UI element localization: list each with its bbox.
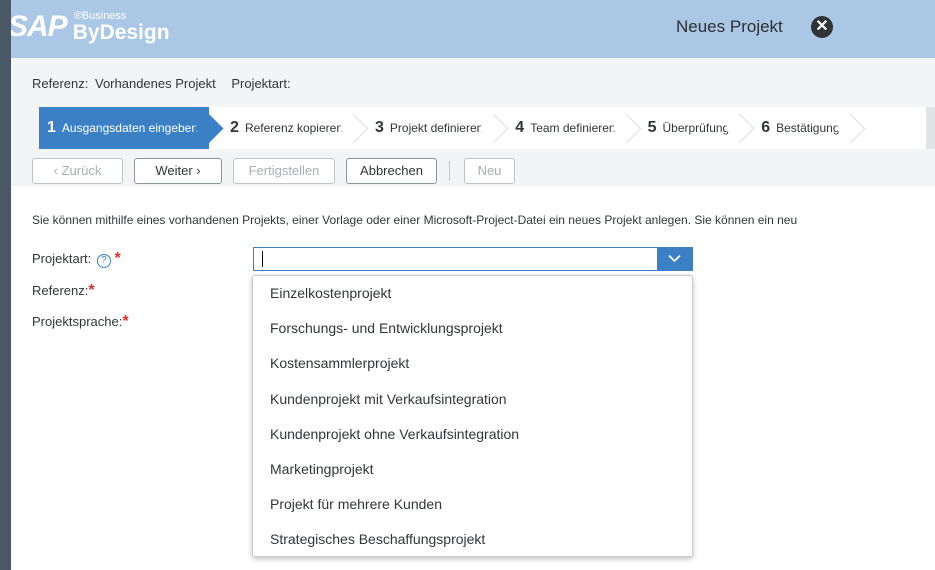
project-type-summary-label: Projektart: xyxy=(231,76,291,91)
logo-bydesign-text: ByDesign xyxy=(72,21,170,44)
step-ausgangsdaten[interactable]: 1 Ausgangsdaten eingeben xyxy=(39,107,210,149)
project-type-label-text: Projektart: xyxy=(32,251,92,266)
required-marker: * xyxy=(114,250,121,267)
step-number: 1 xyxy=(47,119,56,136)
help-icon[interactable]: ? xyxy=(96,254,111,268)
reference-value: Vorhandenes Projekt xyxy=(95,76,216,91)
step-team-definieren[interactable]: 4 Team definieren xyxy=(494,107,627,149)
new-button[interactable]: Neu xyxy=(464,158,515,184)
close-icon[interactable]: ✕ xyxy=(811,16,833,38)
reference-label-text: Referenz: xyxy=(32,283,89,298)
left-edge-strip xyxy=(0,0,11,570)
dropdown-option[interactable]: Projekt für mehrere Kunden xyxy=(270,496,442,512)
required-marker: * xyxy=(122,313,129,330)
wizard-toolbar: ‹ Zurück Weiter › Fertigstellen Abbreche… xyxy=(32,158,526,184)
step-label: Ausgangsdaten eingeben xyxy=(61,121,199,135)
required-marker: * xyxy=(88,282,95,299)
dropdown-option[interactable]: Marketingprojekt xyxy=(270,461,374,477)
reference-info-line: Referenz: Vorhandenes Projekt Projektart… xyxy=(32,76,291,91)
step-referenz-kopieren[interactable]: 2 Referenz kopieren xyxy=(209,107,354,149)
dropdown-option[interactable]: Kostensammlerprojekt xyxy=(270,355,409,371)
project-type-combobox[interactable] xyxy=(253,247,693,271)
step-label: Projekt definieren xyxy=(389,121,484,135)
reference-label: Referenz: xyxy=(32,76,89,91)
step-number: 3 xyxy=(375,119,384,136)
step-label: Referenz kopieren xyxy=(244,121,343,135)
back-button[interactable]: ‹ Zurück xyxy=(32,158,123,184)
step-number: 5 xyxy=(647,119,657,136)
project-type-input[interactable] xyxy=(254,248,657,270)
project-type-dropdown-list: Einzelkostenprojekt Forschungs- und Entw… xyxy=(252,275,693,557)
next-button[interactable]: Weiter › xyxy=(134,158,222,184)
chevron-down-icon xyxy=(668,254,681,263)
step-bestaetigung[interactable]: 6 Bestätigung xyxy=(740,107,851,149)
wizard-steps: 1 Ausgangsdaten eingeben 2 Referenz kopi… xyxy=(39,107,935,149)
dropdown-option[interactable]: Einzelkostenprojekt xyxy=(270,285,391,301)
dropdown-option[interactable]: Kundenprojekt ohne Verkaufsintegration xyxy=(270,426,519,442)
finish-button[interactable]: Fertigstellen xyxy=(233,158,335,184)
dropdown-option[interactable]: Strategisches Beschaffungsprojekt xyxy=(270,531,485,547)
language-label-text: Projektsprache: xyxy=(32,314,123,329)
toolbar-separator xyxy=(449,161,450,181)
step-number: 4 xyxy=(515,119,525,136)
logo-sap-text: SAP xyxy=(8,10,68,43)
step-ueberpruefung[interactable]: 5 Überprüfung xyxy=(626,107,741,149)
cancel-button[interactable]: Abbrechen xyxy=(346,158,437,184)
window-title: Neues Projekt xyxy=(676,17,783,36)
step-label: Überprüfung xyxy=(662,121,730,135)
app-header: SAP ®Business ByDesign Neues Projekt ✕ xyxy=(0,0,935,58)
language-field-label: Projektsprache:* xyxy=(32,313,129,331)
step-number: 6 xyxy=(761,119,771,136)
dropdown-option[interactable]: Kundenprojekt mit Verkaufsintegration xyxy=(270,391,507,407)
project-type-field-label: Projektart: ? * xyxy=(32,250,121,268)
dropdown-option[interactable]: Forschungs- und Entwicklungsprojekt xyxy=(270,320,503,336)
step-label: Team definieren xyxy=(530,121,616,135)
sap-bydesign-logo: SAP ®Business ByDesign xyxy=(8,10,170,44)
steps-scroll-edge xyxy=(926,107,935,149)
step-projekt-definieren[interactable]: 3 Projekt definieren xyxy=(354,107,495,149)
step-number: 2 xyxy=(230,119,239,136)
reference-field-label: Referenz:* xyxy=(32,282,95,300)
text-cursor xyxy=(262,251,263,267)
step-label: Bestätigung xyxy=(776,121,840,135)
dropdown-toggle-button[interactable] xyxy=(657,248,692,270)
info-text: Sie können mithilfe eines vorhandenen Pr… xyxy=(32,213,798,227)
